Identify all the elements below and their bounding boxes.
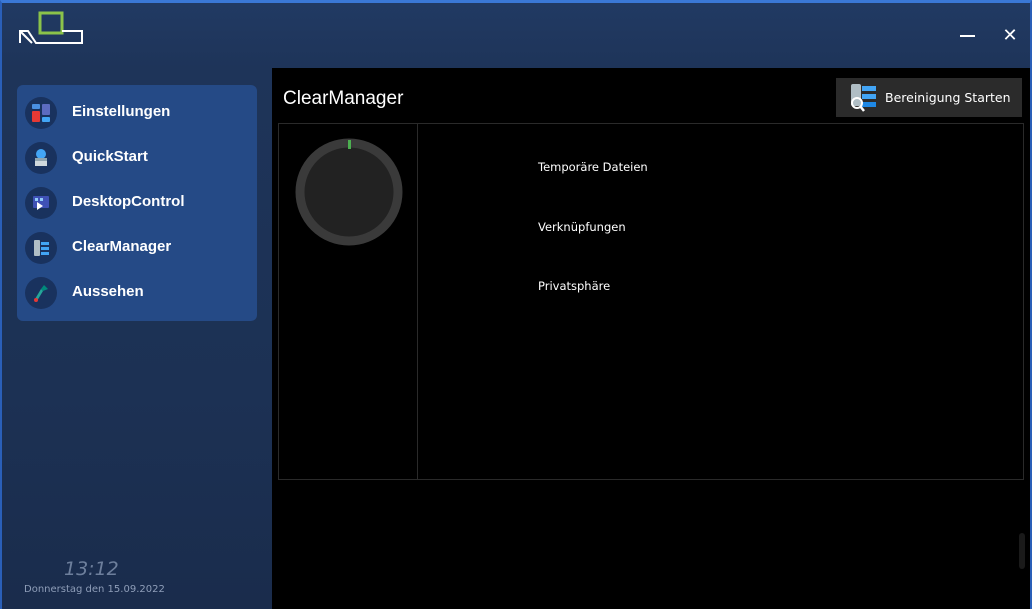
cleanup-start-icon [851, 84, 876, 112]
title-bar: ✕ [2, 3, 1030, 68]
clear-manager-icon [25, 232, 57, 264]
settings-icon [25, 97, 57, 129]
quickstart-icon [25, 142, 57, 174]
sidebar-item-einstellungen[interactable]: Einstellungen [23, 93, 253, 133]
sidebar-item-label: Einstellungen [72, 103, 171, 120]
sidebar: Einstellungen QuickStart DesktopControl … [2, 68, 272, 609]
sidebar-item-label: DesktopControl [72, 193, 185, 210]
start-cleanup-button[interactable]: Bereinigung Starten [836, 78, 1022, 117]
sidebar-item-label: ClearManager [72, 238, 172, 255]
clock-date: Donnerstag den 15.09.2022 [24, 584, 165, 595]
cleanup-panel: Temporäre Dateien Verknüpfungen Privatsp… [278, 123, 1024, 480]
appearance-icon [25, 277, 57, 309]
sidebar-item-clearmanager[interactable]: ClearManager [23, 228, 253, 268]
sidebar-item-quickstart[interactable]: QuickStart [23, 138, 253, 178]
page-title: ClearManager [283, 88, 404, 109]
sidebar-item-label: Aussehen [72, 283, 144, 300]
start-cleanup-label: Bereinigung Starten [885, 90, 1011, 105]
close-icon: ✕ [1002, 25, 1018, 46]
category-privacy[interactable]: Privatsphäre [538, 279, 610, 293]
gauge-progress-mark [348, 140, 351, 149]
sidebar-item-aussehen[interactable]: Aussehen [23, 273, 253, 313]
panel-divider [417, 124, 418, 479]
sidebar-item-desktopcontrol[interactable]: DesktopControl [23, 183, 253, 223]
sidebar-item-label: QuickStart [72, 148, 148, 165]
clock-time: 13:12 [64, 558, 119, 580]
desktop-control-icon [25, 187, 57, 219]
progress-gauge [295, 138, 403, 246]
nav-menu: Einstellungen QuickStart DesktopControl … [17, 85, 257, 321]
main-content: ClearManager Bereinigung Starten Temporä… [272, 68, 1030, 609]
scroll-handle[interactable] [1019, 533, 1025, 569]
app-window: ✕ Einstellungen QuickStart DesktopContro… [0, 0, 1032, 609]
category-temp-files[interactable]: Temporäre Dateien [538, 160, 648, 174]
app-logo-icon [19, 11, 83, 44]
close-button[interactable]: ✕ [995, 21, 1025, 51]
category-shortcuts[interactable]: Verknüpfungen [538, 220, 626, 234]
minimize-button[interactable] [952, 21, 982, 51]
minimize-icon [959, 35, 975, 37]
